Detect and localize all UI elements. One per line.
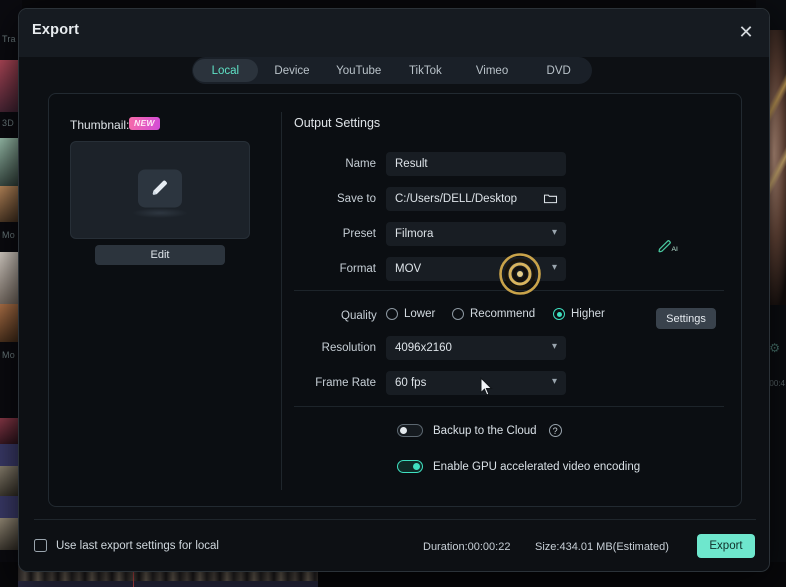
tab-youtube[interactable]: YouTube: [326, 59, 391, 82]
gpu-encoding-row: Enable GPU accelerated video encoding: [397, 460, 640, 473]
close-icon[interactable]: ✕: [733, 19, 759, 45]
format-value: MOV: [395, 263, 422, 275]
keyframe-icon: ⚙: [769, 341, 780, 355]
save-to-input[interactable]: C:/Users/DELL/Desktop: [386, 187, 566, 211]
quality-higher-label: Higher: [571, 308, 605, 320]
frame-rate-value: 60 fps: [395, 377, 427, 389]
use-last-settings-label: Use last export settings for local: [56, 539, 219, 552]
tab-vimeo[interactable]: Vimeo: [460, 59, 525, 82]
use-last-settings-checkbox[interactable]: Use last export settings for local: [34, 539, 219, 552]
resolution-value: 4096x2160: [395, 342, 452, 354]
quality-option-higher[interactable]: Higher: [553, 308, 605, 320]
name-input[interactable]: Result: [386, 152, 566, 176]
question-mark-icon[interactable]: ?: [548, 424, 562, 437]
quality-option-recommend[interactable]: Recommend: [452, 308, 535, 320]
resolution-label: Resolution: [321, 342, 376, 354]
save-to-value: C:/Users/DELL/Desktop: [395, 193, 518, 205]
quality-recommend-label: Recommend: [470, 308, 536, 320]
name-value: Result: [395, 158, 428, 170]
preset-label: Preset: [342, 228, 376, 240]
backup-to-cloud-label: Backup to the Cloud: [433, 424, 537, 437]
size-text: Size:434.01 MB(Estimated): [535, 541, 669, 553]
settings-divider-2: [294, 406, 724, 407]
resolution-dropdown[interactable]: 4096x2160 ▾: [386, 336, 566, 360]
backup-to-cloud-row: Backup to the Cloud ?: [397, 424, 562, 437]
quality-lower-label: Lower: [404, 308, 436, 320]
settings-divider-1: [294, 290, 724, 291]
edit-thumbnail-button[interactable]: Edit: [95, 245, 225, 265]
export-dialog-body: Export ✕ Local Device YouTube TikTok Vim…: [19, 9, 769, 571]
format-label: Format: [339, 263, 376, 275]
radio-icon-selected: [553, 308, 565, 320]
export-button[interactable]: Export: [697, 534, 755, 558]
export-dialog: Export ✕ Local Device YouTube TikTok Vim…: [18, 8, 770, 572]
format-row: Format MOV ▾: [294, 257, 624, 281]
resolution-row: Resolution 4096x2160 ▾: [294, 336, 624, 360]
screen: Tra 3D Mo Mo ⚙ 0:00:4 Export ✕ Local Dev…: [0, 0, 786, 587]
tab-local[interactable]: Local: [193, 59, 258, 82]
preset-dropdown[interactable]: Filmora ▾: [386, 222, 566, 246]
name-label: Name: [345, 158, 376, 170]
checkbox-icon: [34, 539, 47, 552]
folder-icon[interactable]: [543, 191, 558, 211]
frame-rate-dropdown[interactable]: 60 fps ▾: [386, 371, 566, 395]
tab-tiktok[interactable]: TikTok: [393, 59, 458, 82]
save-to-row: Save to C:/Users/DELL/Desktop: [294, 187, 624, 211]
tab-dvd[interactable]: DVD: [526, 59, 591, 82]
duration-text: Duration:00:00:22: [423, 541, 511, 553]
frame-rate-row: Frame Rate 60 fps ▾: [294, 371, 624, 395]
chevron-down-icon: ▾: [551, 262, 557, 273]
preset-value: Filmora: [395, 228, 434, 240]
dialog-titlebar: Export ✕: [19, 9, 769, 57]
save-to-label: Save to: [337, 193, 376, 205]
dialog-footer: Use last export settings for local Durat…: [19, 519, 769, 571]
footer-divider: [34, 519, 756, 520]
thumbnail-shadow: [132, 208, 188, 218]
chevron-down-icon: ▾: [551, 227, 557, 238]
page-title: Export: [32, 22, 80, 38]
pencil-icon: [138, 169, 182, 208]
svg-text:AI: AI: [672, 246, 679, 253]
tab-device[interactable]: Device: [260, 59, 325, 82]
chevron-down-icon: ▾: [551, 376, 557, 387]
new-badge: NEW: [129, 117, 160, 130]
export-settings-card: Thumbnail: NEW Edit Output Settings Name…: [48, 93, 742, 507]
panel-divider: [281, 112, 282, 490]
quality-row: Quality Lower Recommend Higher: [294, 304, 724, 326]
background-label-0: Tra: [2, 34, 16, 44]
ai-pen-icon[interactable]: AI: [658, 239, 680, 256]
background-label-2: Mo: [2, 230, 15, 240]
backup-to-cloud-toggle[interactable]: [397, 424, 423, 437]
export-target-tabs: Local Device YouTube TikTok Vimeo DVD: [192, 57, 592, 84]
frame-rate-label: Frame Rate: [315, 377, 376, 389]
gpu-encoding-toggle[interactable]: [397, 460, 423, 473]
quality-option-lower[interactable]: Lower: [386, 308, 435, 320]
radio-icon: [452, 308, 464, 320]
chevron-down-icon: ▾: [551, 341, 557, 352]
background-label-1: 3D: [2, 118, 14, 128]
gpu-encoding-label: Enable GPU accelerated video encoding: [433, 460, 641, 473]
thumbnail-preview[interactable]: [70, 141, 250, 239]
name-row: Name Result: [294, 152, 624, 176]
radio-icon: [386, 308, 398, 320]
background-label-3: Mo: [2, 350, 15, 360]
format-dropdown[interactable]: MOV ▾: [386, 257, 566, 281]
output-settings-title: Output Settings: [294, 116, 381, 130]
thumbnail-label: Thumbnail:: [70, 118, 130, 132]
preset-row: Preset Filmora ▾: [294, 222, 624, 246]
quality-label: Quality: [341, 310, 377, 322]
